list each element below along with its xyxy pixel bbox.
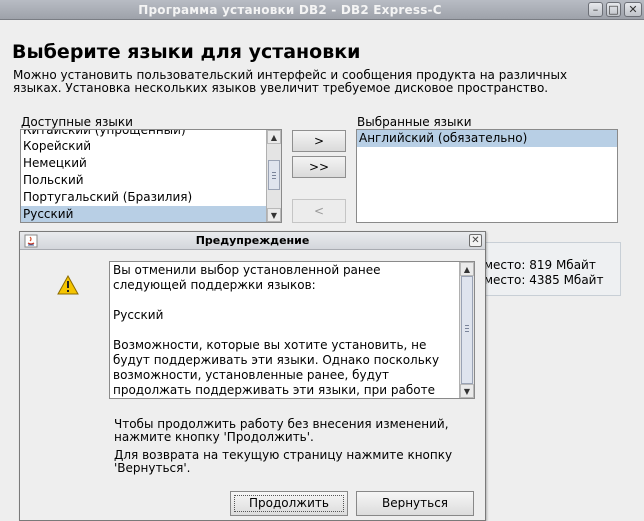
selected-languages-list[interactable]: Английский (обязательно) (356, 129, 618, 223)
add-all-languages-button[interactable]: >> (292, 156, 346, 178)
continue-hint-line2: нажмите кнопку 'Продолжить'. (114, 430, 314, 444)
list-item[interactable]: Польский (21, 172, 268, 189)
list-item[interactable]: Португальский (Бразилия) (21, 189, 268, 206)
back-button-label: Вернуться (381, 496, 449, 510)
scrollbar-thumb[interactable] (268, 160, 280, 190)
message-line: следующей поддержки языков: (113, 278, 316, 292)
minimize-button[interactable]: – (588, 2, 603, 17)
warning-message-textarea[interactable]: Вы отменили выбор установленной ранее сл… (109, 261, 475, 399)
maximize-icon: □ (608, 3, 619, 16)
scrollbar-thumb[interactable] (461, 276, 473, 384)
warning-icon (57, 275, 79, 295)
window-title: Программа установки DB2 - DB2 Express-C (138, 3, 442, 17)
message-line: продолжать поддерживать эти языки, при р… (113, 383, 435, 397)
maximize-button[interactable]: □ (606, 2, 621, 17)
list-item-selected[interactable]: Английский (обязательно) (357, 130, 617, 147)
message-line: Вы отменили выбор установленной ранее (113, 263, 381, 277)
warning-dialog[interactable]: Предупреждение ✕ Вы отменили выбор устан… (19, 231, 486, 521)
selected-languages-label: Выбранные языки (357, 115, 472, 129)
message-line: будут поддерживать эти языки. Однако пос… (113, 353, 440, 367)
page-description-line1: Можно установить пользовательский интерф… (13, 68, 568, 82)
dialog-title: Предупреждение (195, 234, 310, 247)
list-item-selected[interactable]: Русский (21, 206, 268, 222)
message-line: возможности, установленные ранее, будут (113, 368, 390, 382)
dialog-close-button[interactable]: ✕ (469, 234, 482, 247)
focus-ring (234, 495, 344, 512)
minimize-icon: – (592, 3, 599, 16)
continue-button[interactable]: Продолжить (230, 491, 348, 516)
back-button[interactable]: Вернуться (356, 491, 474, 516)
scroll-down-arrow-icon[interactable]: ▼ (267, 208, 281, 222)
close-window-button[interactable]: ✕ (624, 2, 642, 17)
scroll-up-arrow-icon[interactable]: ▲ (460, 262, 474, 276)
remove-language-button[interactable]: < (292, 199, 346, 223)
back-hint-line2: 'Вернуться'. (114, 461, 191, 475)
add-language-button[interactable]: > (292, 130, 346, 152)
list-item[interactable]: Корейский (21, 138, 268, 155)
message-scrollbar[interactable]: ▲ ▼ (459, 262, 474, 398)
message-line: Возможности, которые вы хотите установит… (113, 338, 427, 352)
disk-space-line1: место: 819 Мбайт (484, 258, 596, 272)
page-title: Выберите языки для установки (12, 41, 361, 63)
available-list-scrollbar[interactable]: ▲ ▼ (266, 130, 281, 222)
scroll-down-arrow-icon[interactable]: ▼ (460, 384, 474, 398)
list-item[interactable]: Немецкий (21, 155, 268, 172)
scroll-up-arrow-icon[interactable]: ▲ (267, 130, 281, 144)
available-languages-list[interactable]: Китайский (упрощенный) Корейский Немецки… (20, 129, 282, 223)
available-languages-label: Доступные языки (21, 115, 133, 129)
continue-hint-line1: Чтобы продолжить работу без внесения изм… (114, 417, 449, 431)
close-icon: ✕ (628, 3, 638, 16)
disk-space-line2: место: 4385 Мбайт (484, 273, 604, 287)
page-description-line2: языках. Установка нескольких языков увел… (13, 81, 549, 95)
message-line: Русский (113, 308, 164, 322)
back-hint-line1: Для возврата на текущую страницу нажмите… (114, 448, 453, 462)
close-icon: ✕ (471, 235, 480, 246)
